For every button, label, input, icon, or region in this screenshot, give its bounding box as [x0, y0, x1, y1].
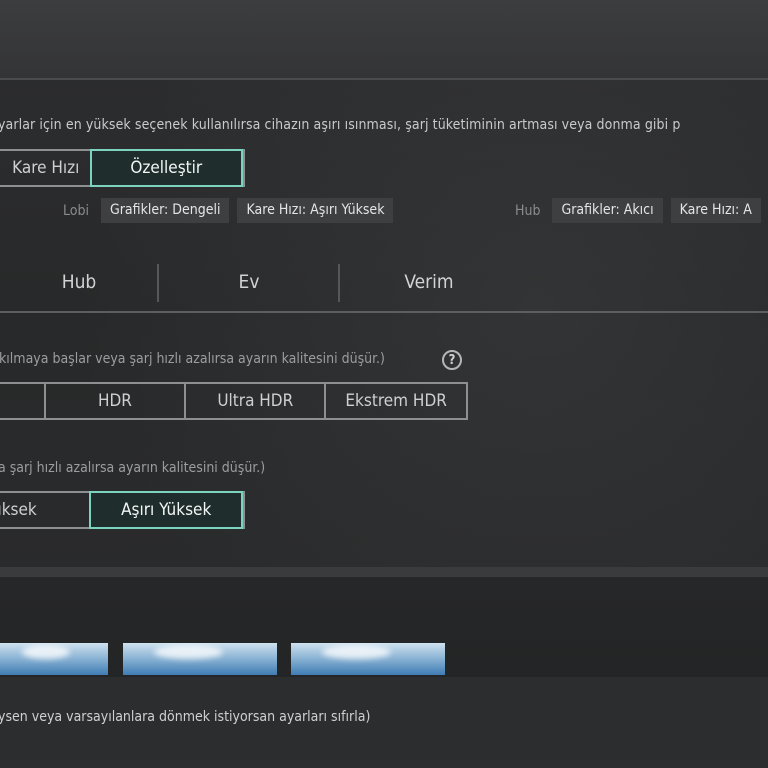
mode-option-custom[interactable]: Özelleştir — [89, 149, 243, 187]
scene-tabs: Hub Ev Verim — [0, 262, 768, 313]
graphics-option-hidden[interactable] — [0, 384, 44, 418]
graphics-quality-selector: HDR Ultra HDR Ekstrem HDR — [0, 382, 468, 420]
hub-label: Hub — [515, 202, 541, 219]
hub-framerate-badge: Kare Hızı: A — [670, 198, 761, 223]
framerate-option-ultra-high[interactable]: Aşırı Yüksek — [89, 491, 243, 529]
lobby-graphics-badge: Grafikler: Dengeli — [100, 198, 230, 223]
framerate-selector: üksek Aşırı Yüksek — [0, 491, 245, 529]
hub-graphics-badge: Grafikler: Akıcı — [552, 198, 663, 223]
graphics-option-extreme-hdr[interactable]: Ekstrem HDR — [324, 384, 466, 418]
graphics-quality-note: kılmaya başlar veya şarj hızlı azalırsa … — [0, 351, 385, 367]
tabs-underline — [0, 311, 768, 313]
mode-selector: Kare Hızı Özelleştir — [0, 149, 245, 187]
help-icon[interactable]: ? — [442, 350, 462, 370]
reset-hint-text: ysen veya varsayılanlara dönmek istiyors… — [0, 709, 371, 725]
graphics-option-hdr[interactable]: HDR — [43, 384, 185, 418]
lobby-preset-row: Lobi Grafikler: Dengeli Kare Hızı: Aşırı… — [63, 198, 394, 223]
preview-thumbnail[interactable] — [0, 643, 108, 675]
preview-thumbnail[interactable] — [291, 643, 445, 675]
framerate-option-high[interactable]: üksek — [0, 493, 89, 527]
top-header-band — [0, 0, 768, 80]
tab-verim[interactable]: Verim — [340, 262, 518, 302]
overheat-warning-text: yarlar için en yüksek seçenek kullanılır… — [0, 117, 681, 133]
tab-ev[interactable]: Ev — [159, 262, 339, 302]
lobby-label: Lobi — [63, 202, 89, 219]
lobby-framerate-badge: Kare Hızı: Aşırı Yüksek — [237, 198, 394, 223]
preview-thumbnail[interactable] — [123, 643, 277, 675]
tab-hub[interactable]: Hub — [0, 262, 158, 302]
graphics-option-ultra-hdr[interactable]: Ultra HDR — [184, 384, 324, 418]
mode-option-framerate[interactable]: Kare Hızı — [0, 151, 90, 185]
framerate-note: a şarj hızlı azalırsa ayarın kalitesini … — [0, 460, 266, 476]
hub-preset-row: Hub Grafikler: Akıcı Kare Hızı: A — [515, 198, 761, 223]
section-divider — [0, 567, 768, 577]
